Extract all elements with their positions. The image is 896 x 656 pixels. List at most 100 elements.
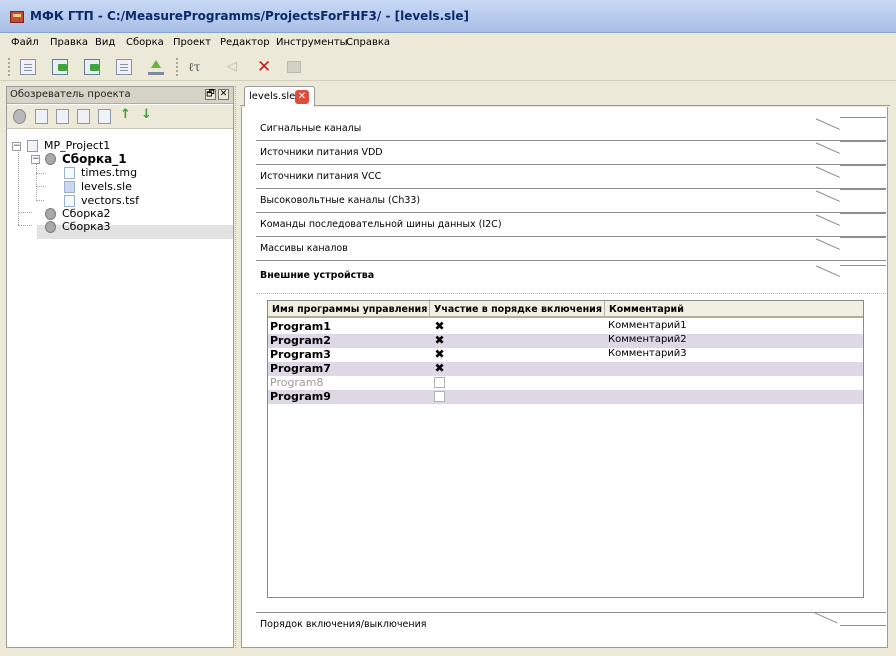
tree-label-file: times.tmg bbox=[81, 166, 138, 179]
menu-file[interactable]: Файл bbox=[11, 37, 39, 48]
menu-editor[interactable]: Редактор bbox=[220, 37, 270, 48]
section-label: Высоковольтные каналы (Ch33) bbox=[260, 195, 421, 206]
editor-tab-bar: levels.sle ✕ bbox=[240, 86, 890, 107]
table-row[interactable]: Program8 bbox=[268, 376, 863, 390]
arrow-up-icon[interactable]: ↑ bbox=[120, 107, 133, 122]
toolbar-grip[interactable] bbox=[176, 58, 179, 76]
menu-edit[interactable]: Правка bbox=[50, 37, 88, 48]
collapse-icon[interactable]: − bbox=[31, 155, 40, 164]
menu-bar: Файл Правка Вид Сборка Проект Редактор И… bbox=[0, 33, 896, 53]
toolbar-grip[interactable] bbox=[8, 58, 11, 76]
text-icon[interactable]: ℓτ bbox=[188, 60, 200, 76]
programs-table: Имя программы управления Участие в поряд… bbox=[267, 300, 864, 598]
menu-project[interactable]: Проект bbox=[173, 37, 211, 48]
tree-label-file: levels.sle bbox=[81, 180, 132, 193]
cell-name: Program9 bbox=[270, 390, 331, 403]
close-tab-icon[interactable]: ✕ bbox=[295, 90, 309, 104]
arrow-down-icon[interactable]: ↓ bbox=[141, 107, 154, 122]
tree-node-assembly1[interactable]: − Сборка_1 bbox=[7, 152, 207, 166]
page-icon[interactable] bbox=[116, 59, 132, 75]
tree-node-assembly3[interactable]: Сборка3 bbox=[7, 220, 207, 234]
section-label: Источники питания VDD bbox=[260, 147, 383, 158]
tree-node-file-levels[interactable]: levels.sle bbox=[7, 180, 207, 194]
assembly-icon bbox=[45, 221, 56, 233]
section-label: Сигнальные каналы bbox=[260, 123, 362, 134]
gear-icon[interactable] bbox=[13, 109, 26, 124]
page-icon[interactable] bbox=[77, 109, 90, 124]
checkbox[interactable] bbox=[434, 391, 445, 402]
page-icon[interactable] bbox=[20, 59, 36, 75]
collapse-icon[interactable]: − bbox=[12, 142, 21, 151]
tree-label-assembly2: Сборка2 bbox=[62, 207, 111, 220]
section-i2c[interactable]: Команды последовательной шины данных (I2… bbox=[256, 213, 886, 237]
cell-comment[interactable]: Комментарий1 bbox=[608, 320, 687, 331]
checkbox[interactable] bbox=[434, 377, 445, 388]
app-icon bbox=[10, 11, 24, 23]
project-explorer: Обозреватель проекта 🗗 ✕ ↑ ↓ − MP_Projec… bbox=[6, 86, 234, 648]
table-row[interactable]: Program9 bbox=[268, 390, 863, 404]
section-label: Команды последовательной шины данных (I2… bbox=[260, 219, 502, 230]
cell-comment[interactable]: Комментарий3 bbox=[608, 348, 687, 359]
menu-help[interactable]: Справка bbox=[346, 37, 390, 48]
cell-name: Program2 bbox=[270, 334, 331, 347]
restore-icon[interactable]: 🗗 bbox=[205, 89, 216, 100]
project-explorer-toolbar: ↑ ↓ bbox=[7, 105, 233, 129]
cell-name: Program7 bbox=[270, 362, 331, 375]
menu-build[interactable]: Сборка bbox=[126, 37, 164, 48]
tree-node-assembly2[interactable]: Сборка2 bbox=[7, 207, 207, 221]
toolbar: ℓτ ◁ ✕ bbox=[0, 53, 896, 81]
page-icon[interactable] bbox=[56, 109, 69, 124]
checkbox[interactable]: ✖ bbox=[434, 348, 445, 360]
window-title: МФК ГТП - C:/MeasureProgramms/ProjectsFo… bbox=[30, 9, 470, 23]
section-channel-arrays[interactable]: Массивы каналов bbox=[256, 237, 886, 261]
checkbox[interactable]: ✖ bbox=[434, 334, 445, 346]
cell-name: Program1 bbox=[270, 320, 331, 333]
table-row[interactable]: Program1 ✖ Комментарий1 bbox=[268, 320, 863, 334]
divider bbox=[256, 293, 886, 294]
green-arrow-icon[interactable] bbox=[52, 59, 68, 75]
project-icon bbox=[27, 140, 38, 152]
delete-icon[interactable]: ✕ bbox=[257, 57, 271, 77]
tree-label-file: vectors.tsf bbox=[81, 194, 140, 207]
close-icon[interactable]: ✕ bbox=[218, 89, 229, 100]
tab-levels[interactable]: levels.sle ✕ bbox=[244, 86, 315, 107]
section-label-active: Внешние устройства bbox=[260, 270, 375, 281]
page-icon[interactable] bbox=[98, 109, 111, 124]
column-header-name[interactable]: Имя программы управления bbox=[268, 301, 430, 318]
upload-icon[interactable] bbox=[148, 59, 164, 75]
tree-node-file-times[interactable]: times.tmg bbox=[7, 166, 207, 180]
cell-name-disabled: Program8 bbox=[270, 376, 324, 389]
title-bar: МФК ГТП - C:/MeasureProgramms/ProjectsFo… bbox=[0, 0, 896, 33]
menu-tools[interactable]: Инструменты bbox=[276, 37, 348, 48]
section-power-order[interactable]: Порядок включения/выключения bbox=[256, 612, 886, 637]
section-vdd[interactable]: Источники питания VDD bbox=[256, 141, 886, 165]
page-icon[interactable] bbox=[35, 109, 48, 124]
tree-node-file-vectors[interactable]: vectors.tsf bbox=[7, 194, 207, 208]
section-label: Источники питания VCC bbox=[260, 171, 382, 182]
assembly-icon bbox=[45, 153, 56, 165]
green-arrow-icon[interactable] bbox=[84, 59, 100, 75]
section-vcc[interactable]: Источники питания VCC bbox=[256, 165, 886, 189]
cell-comment[interactable]: Комментарий2 bbox=[608, 334, 687, 345]
assembly-icon bbox=[45, 208, 56, 220]
checkbox[interactable]: ✖ bbox=[434, 362, 445, 374]
table-row[interactable]: Program2 ✖ Комментарий2 bbox=[268, 334, 863, 348]
table-row[interactable]: Program7 ✖ bbox=[268, 362, 863, 376]
section-high-voltage[interactable]: Высоковольтные каналы (Ch33) bbox=[256, 189, 886, 213]
back-icon[interactable]: ◁ bbox=[227, 59, 237, 75]
menu-view[interactable]: Вид bbox=[95, 37, 115, 48]
tree-label-assembly3: Сборка3 bbox=[62, 220, 111, 233]
checkbox[interactable]: ✖ bbox=[434, 320, 445, 332]
tree-node-project[interactable]: − MP_Project1 bbox=[7, 139, 207, 153]
column-header-enable[interactable]: Участие в порядке включения bbox=[430, 301, 605, 318]
project-explorer-header: Обозреватель проекта 🗗 ✕ bbox=[7, 87, 233, 104]
app-window: МФК ГТП - C:/MeasureProgramms/ProjectsFo… bbox=[0, 0, 896, 656]
disabled-icon bbox=[287, 61, 301, 73]
tab-label: levels.sle bbox=[249, 91, 296, 102]
section-signal-channels[interactable]: Сигнальные каналы bbox=[256, 117, 886, 141]
section-external-devices[interactable]: Внешние устройства bbox=[256, 265, 886, 288]
column-header-comment[interactable]: Комментарий bbox=[605, 301, 863, 318]
table-row[interactable]: Program3 ✖ Комментарий3 bbox=[268, 348, 863, 362]
panel-splitter[interactable] bbox=[235, 86, 239, 648]
tree-label-project: MP_Project1 bbox=[44, 139, 111, 152]
